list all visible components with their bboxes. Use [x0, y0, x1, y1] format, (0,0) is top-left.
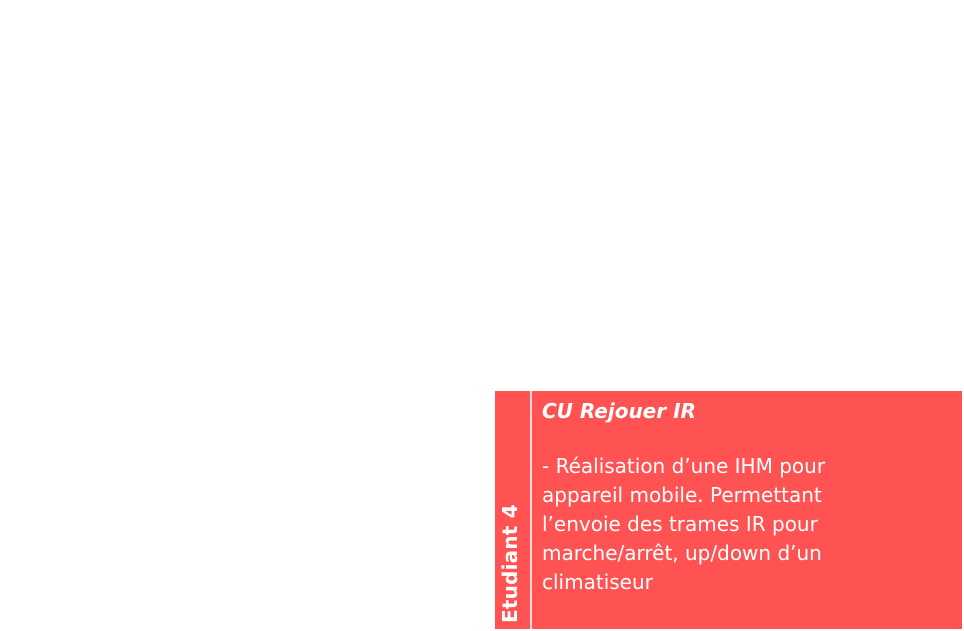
task-description: - Réalisation d’une IHM pour appareil mo… [542, 454, 826, 594]
student-task-card: Etudiant 4 CU Rejouer IR - Réalisation d… [495, 391, 962, 629]
student-label: Etudiant 4 [497, 504, 522, 623]
task-title: CU Rejouer IR [542, 399, 696, 423]
task-content: CU Rejouer IR - Réalisation d’une IHM po… [532, 391, 962, 629]
student-side-tab: Etudiant 4 [495, 391, 532, 629]
